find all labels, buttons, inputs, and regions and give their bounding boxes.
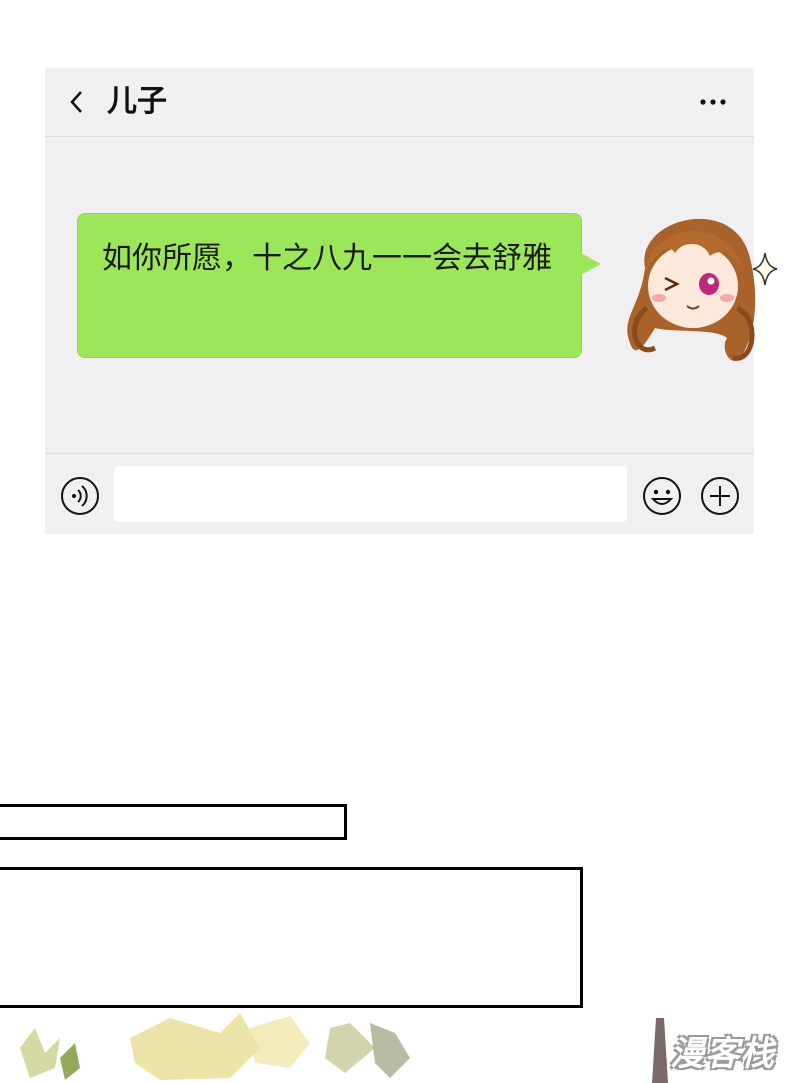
comic-panel-frame <box>0 867 583 1008</box>
voice-icon[interactable] <box>60 476 100 516</box>
chat-header: 儿子 <box>45 68 754 137</box>
sparkle-icon <box>752 252 778 286</box>
input-bar <box>45 453 754 535</box>
emoji-icon[interactable] <box>642 476 682 516</box>
chat-window: 儿子 如你所愿，十之八九一一会去舒雅 <box>45 68 778 535</box>
more-dots-icon[interactable] <box>698 90 730 110</box>
watermark: 漫客栈 <box>670 1034 775 1074</box>
message-input[interactable] <box>114 466 627 522</box>
chat-title: 儿子 <box>107 84 167 119</box>
bubble-tail <box>581 253 601 275</box>
message-text: 如你所愿，十之八九一一会去舒雅 <box>102 241 552 276</box>
chevron-left-icon[interactable] <box>67 86 87 118</box>
message-bubble: 如你所愿，十之八九一一会去舒雅 <box>77 213 582 358</box>
plus-icon[interactable] <box>700 476 740 516</box>
comic-panel-frame <box>0 804 347 840</box>
